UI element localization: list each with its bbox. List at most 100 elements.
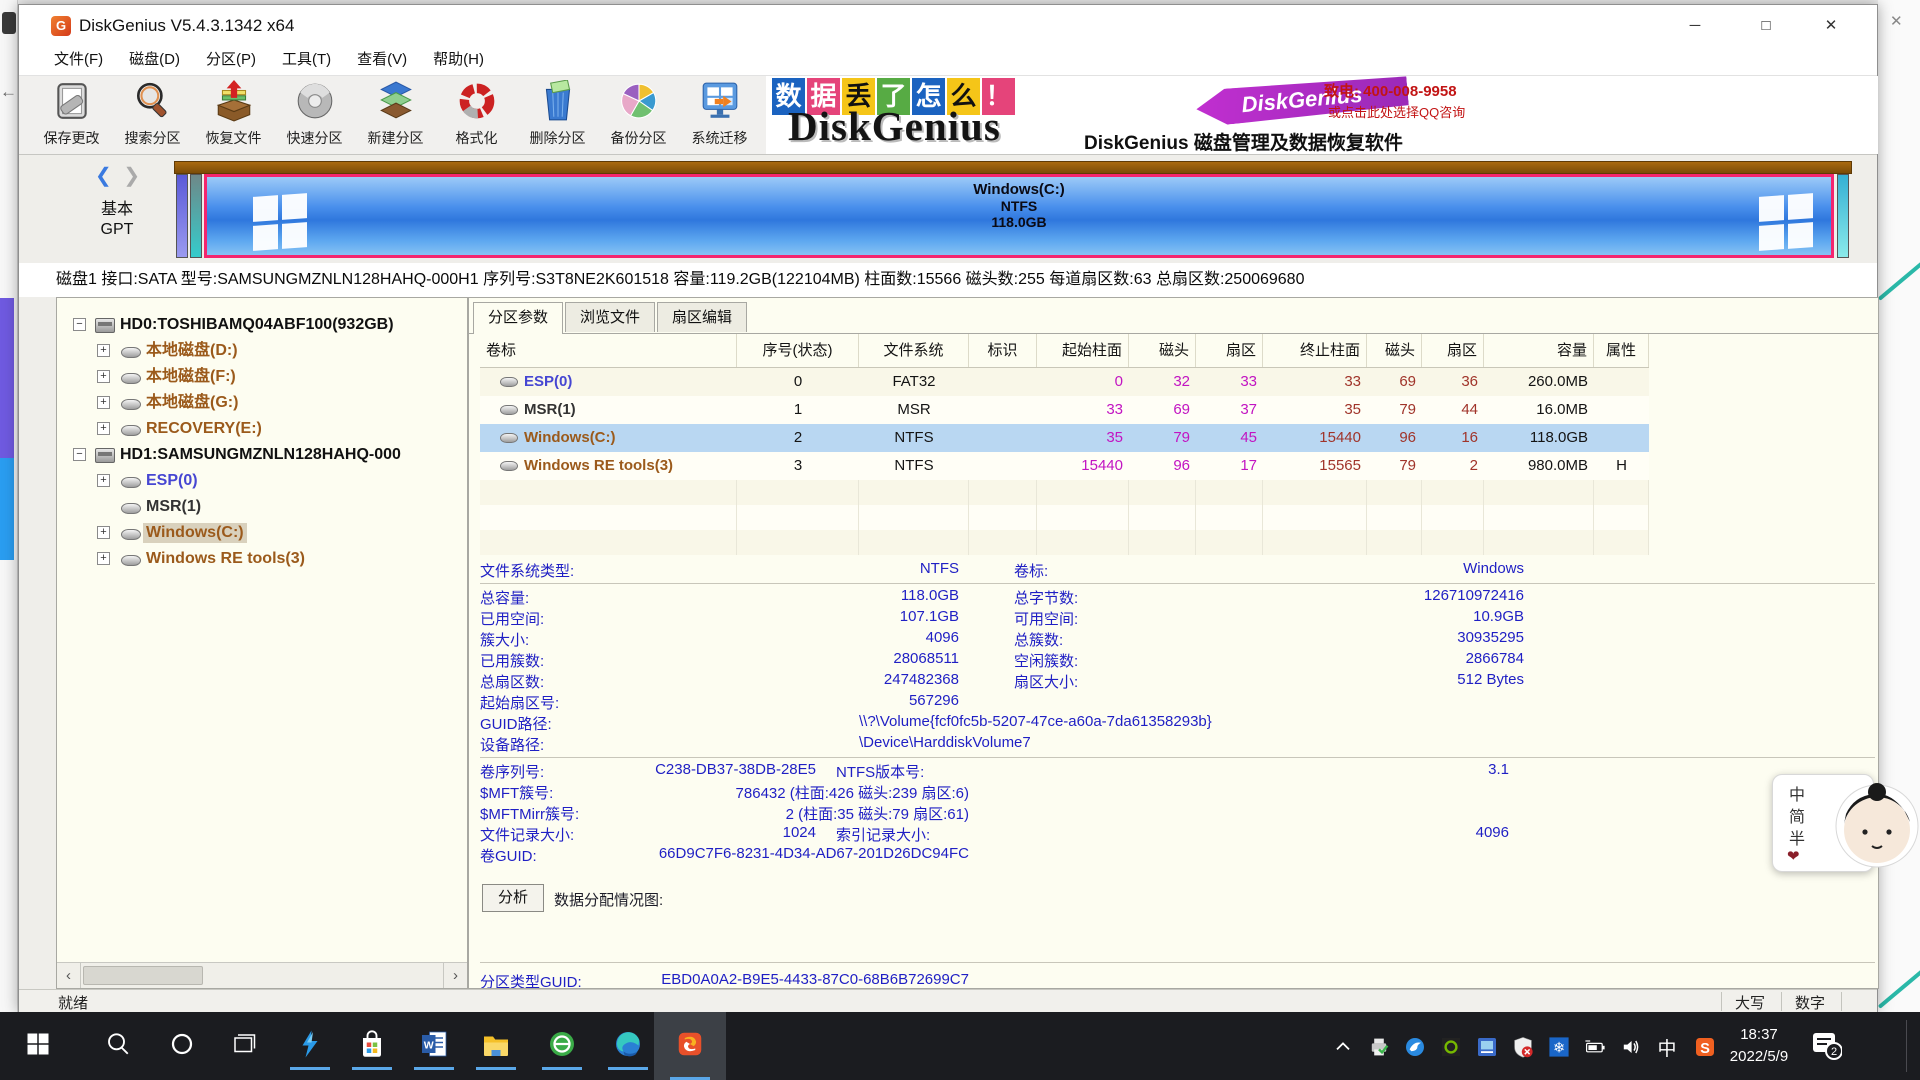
column-header-7[interactable]: 终止柱面 [1263,334,1367,367]
column-header-11[interactable]: 属性 [1594,334,1649,367]
toolbar-button-recover-files[interactable]: 恢复文件 [193,78,274,153]
taskbar-start-button[interactable] [14,1022,62,1070]
ime-lang-indicator[interactable]: 中 [1787,781,1807,805]
chevron-right-icon[interactable]: ❯ [123,165,140,187]
tree-item-hd1-samsungmznln128hahq-000[interactable]: −HD1:SAMSUNGMZNLN128HAHQ-000 [57,442,467,468]
tree-horizontal-scrollbar[interactable]: ‹ › [57,962,467,988]
menu-item-2[interactable]: 分区(P) [193,47,269,75]
column-header-3[interactable]: 标识 [969,334,1037,367]
tab-1[interactable]: 浏览文件 [565,302,655,332]
sogou-ime-widget[interactable]: 中 简 半 ❤ [1772,772,1920,876]
tray-bird-app-icon[interactable] [1402,1034,1428,1060]
table-row-0[interactable]: ESP(0)0FAT3203233336936260.0MB [480,368,1649,396]
minimize-button[interactable]: ─ [1674,11,1716,41]
tray-nvidia-icon[interactable] [1438,1034,1464,1060]
heart-icon[interactable]: ❤ [1787,847,1800,865]
column-header-0[interactable]: 卷标 [480,334,737,367]
tree-item--g-[interactable]: +本地磁盘(G:) [57,390,467,416]
expand-plus-icon[interactable]: + [97,422,110,435]
tray-printer-icon[interactable] [1366,1034,1392,1060]
ad-banner[interactable]: 数据丢了怎么！ DiskGenius DiskGenius 致电: 400-00… [766,76,1878,154]
taskbar-store-button[interactable] [348,1022,396,1070]
tree-item-hd0-toshibamq04abf100-932gb-[interactable]: −HD0:TOSHIBAMQ04ABF100(932GB) [57,312,467,338]
column-header-10[interactable]: 容量 [1484,334,1594,367]
partition-strip-re-tools[interactable] [1837,174,1849,258]
expand-plus-icon[interactable]: + [97,552,110,565]
column-header-8[interactable]: 磁头 [1367,334,1422,367]
expand-plus-icon[interactable]: + [97,526,110,539]
menu-item-1[interactable]: 磁盘(D) [116,47,193,75]
tray-ime-indicator[interactable]: 中 [1654,1034,1680,1060]
analyze-button[interactable]: 分析 [482,884,544,912]
taskbar-flash-app-button[interactable] [286,1022,334,1070]
column-header-4[interactable]: 起始柱面 [1037,334,1129,367]
notification-center-icon[interactable]: 2 [1812,1032,1842,1065]
taskbar-search-button[interactable] [94,1022,142,1070]
tree-item-windows-c-[interactable]: +Windows(C:) [57,520,467,546]
column-header-2[interactable]: 文件系统 [859,334,969,367]
toolbar-button-search-partition[interactable]: 搜索分区 [112,78,193,153]
toolbar-button-save-changes[interactable]: 保存更改 [31,78,112,153]
ime-simplified-indicator[interactable]: 简 [1787,803,1807,827]
menu-item-0[interactable]: 文件(F) [41,47,116,75]
tray-snowflake-icon[interactable]: ❄ [1546,1034,1572,1060]
scroll-left-icon[interactable]: ‹ [57,963,81,988]
taskbar-cortana-button[interactable] [158,1022,206,1070]
taskbar-file-explorer-button[interactable] [472,1022,520,1070]
partition-strip-esp[interactable] [176,174,188,258]
menu-item-3[interactable]: 工具(T) [269,47,344,75]
toolbar-button-new-partition[interactable]: 新建分区 [355,78,436,153]
expand-plus-icon[interactable]: + [97,370,110,383]
tray-chevron-up-icon[interactable] [1330,1034,1356,1060]
tray-sogou-icon[interactable]: S [1692,1034,1718,1060]
toolbar-button-system-migration[interactable]: 系统迁移 [679,78,760,153]
column-header-1[interactable]: 序号(状态) [737,334,859,367]
expand-plus-icon[interactable]: + [97,344,110,357]
tree-item--f-[interactable]: +本地磁盘(F:) [57,364,467,390]
partition-strip-msr[interactable] [190,174,202,258]
banner-qq-link[interactable]: 或点击此处选择QQ咨询 [1328,102,1465,121]
column-header-6[interactable]: 扇区 [1196,334,1263,367]
taskbar-word-button[interactable]: W [410,1022,458,1070]
taskbar-clock[interactable]: 18:37 2022/5/9 [1714,1024,1804,1068]
taskbar-edge-button[interactable] [604,1022,652,1070]
toolbar-button-backup-partition[interactable]: 备份分区 [598,78,679,153]
taskbar-diskgenius-button[interactable] [654,1012,726,1080]
toolbar-button-quick-partition[interactable]: 快速分区 [274,78,355,153]
column-header-9[interactable]: 扇区 [1422,334,1484,367]
collapse-minus-icon[interactable]: − [73,318,86,331]
table-row-2[interactable]: Windows(C:)2NTFS357945154409616118.0GB [480,424,1649,452]
taskbar-browser-360-button[interactable] [538,1022,586,1070]
close-button[interactable]: ✕ [1810,11,1852,41]
scroll-right-icon[interactable]: › [443,963,467,988]
tray-defender-alert-icon[interactable] [1510,1034,1536,1060]
toolbar-button-format[interactable]: 格式化 [436,78,517,153]
tray-speaker-icon[interactable] [1618,1034,1644,1060]
tray-intel-graphics-icon[interactable] [1474,1034,1500,1060]
tree-item-msr-1-[interactable]: MSR(1) [57,494,467,520]
tree-item-recovery-e-[interactable]: +RECOVERY(E:) [57,416,467,442]
tree-item--d-[interactable]: +本地磁盘(D:) [57,338,467,364]
tab-2[interactable]: 扇区编辑 [657,302,747,332]
tree-item-windows-re-tools-3-[interactable]: +Windows RE tools(3) [57,546,467,572]
menu-item-5[interactable]: 帮助(H) [420,47,497,75]
table-row-1[interactable]: MSR(1)1MSR33693735794416.0MB [480,396,1649,424]
toolbar-button-delete-partition[interactable]: 删除分区 [517,78,598,153]
ime-halfwidth-indicator[interactable]: 半 [1787,825,1807,849]
taskbar-task-view-button[interactable] [220,1022,268,1070]
partition-windows-c[interactable]: Windows(C:) NTFS 118.0GB [204,174,1834,258]
tray-battery-icon[interactable] [1582,1034,1608,1060]
tree-item-esp-0-[interactable]: +ESP(0) [57,468,467,494]
maximize-button[interactable]: □ [1745,11,1787,41]
expand-plus-icon[interactable]: + [97,396,110,409]
show-desktop-divider[interactable] [1906,1020,1907,1072]
collapse-minus-icon[interactable]: − [73,448,86,461]
disk-nav-arrows[interactable]: ❮ ❯ [95,163,140,188]
chevron-left-icon[interactable]: ❮ [95,165,112,187]
scrollbar-thumb[interactable] [83,966,203,985]
tab-0[interactable]: 分区参数 [473,302,563,334]
column-header-5[interactable]: 磁头 [1129,334,1196,367]
table-row-3[interactable]: Windows RE tools(3)3NTFS1544096171556579… [480,452,1649,480]
menu-item-4[interactable]: 查看(V) [344,47,420,75]
cartoon-face-sticker[interactable] [1834,780,1920,877]
